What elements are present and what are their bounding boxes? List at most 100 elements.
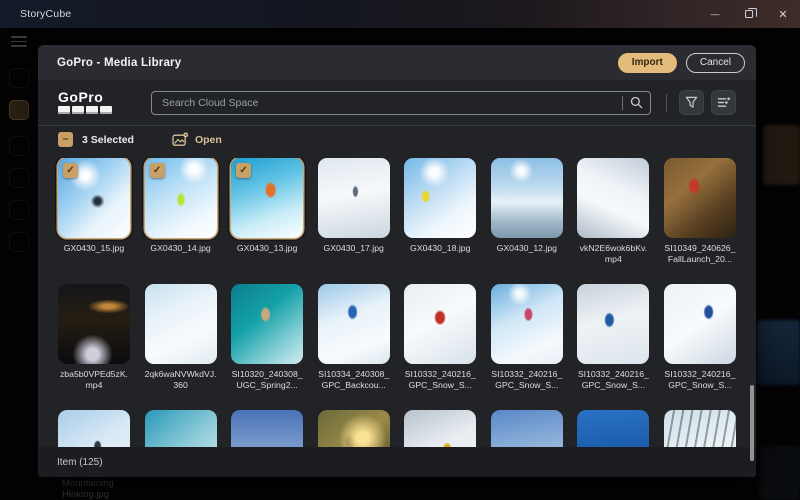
media-item[interactable] xyxy=(58,410,130,447)
media-grid: ✓ GX0430_15.jpg ✓ GX0430_14.jpg ✓ GX0430_13.j… xyxy=(38,158,756,447)
media-filename: zba5b0VPEd5zK.mp4 xyxy=(59,369,129,390)
media-thumbnail[interactable] xyxy=(317,410,390,447)
open-media-icon xyxy=(172,132,189,146)
media-item[interactable] xyxy=(663,410,736,447)
media-filename: GX0430_17.jpg xyxy=(323,243,384,253)
media-thumbnail[interactable] xyxy=(577,284,650,364)
media-thumbnail[interactable] xyxy=(490,284,563,364)
media-thumbnail[interactable] xyxy=(58,284,130,364)
window-controls: — ✕ xyxy=(698,0,800,28)
media-item[interactable] xyxy=(577,410,650,447)
media-item[interactable] xyxy=(317,410,390,447)
dialog-title: GoPro - Media Library xyxy=(57,56,182,69)
media-thumbnail[interactable] xyxy=(663,410,736,447)
app-sidebar xyxy=(0,28,38,500)
media-item[interactable]: GX0430_18.jpg xyxy=(404,158,477,264)
sidebar-icon[interactable] xyxy=(9,136,29,156)
media-thumbnail[interactable] xyxy=(144,410,217,447)
toolbar-right-group xyxy=(666,90,736,115)
minimize-button[interactable]: — xyxy=(698,0,732,28)
gopro-media-library-dialog: GoPro - Media Library Import Cancel GoPr… xyxy=(38,45,756,477)
selection-row: – 3 Selected Open xyxy=(38,126,756,153)
media-item[interactable]: SI10349_240626_FallLaunch_20... xyxy=(663,158,736,264)
dialog-footer: Item (125) xyxy=(38,447,756,477)
media-thumbnail[interactable] xyxy=(231,410,304,447)
media-item[interactable]: ✓ GX0430_15.jpg xyxy=(58,158,130,264)
media-item[interactable] xyxy=(231,410,304,447)
media-grid-viewport[interactable]: ✓ GX0430_15.jpg ✓ GX0430_14.jpg ✓ GX0430_13.j… xyxy=(38,158,756,447)
media-thumbnail[interactable] xyxy=(144,284,217,364)
media-filename: SI10334_240308_GPC_Backcou... xyxy=(318,369,390,390)
background-thumbnail xyxy=(763,125,800,185)
filter-funnel-icon xyxy=(685,96,698,108)
search-input[interactable] xyxy=(152,91,622,114)
background-file-caption: Mountaining Hinking.jpg xyxy=(62,478,114,500)
sidebar-icon[interactable] xyxy=(9,232,29,252)
filter-button[interactable] xyxy=(679,90,704,115)
media-thumbnail[interactable] xyxy=(577,410,650,447)
media-thumbnail[interactable]: ✓ xyxy=(231,158,304,238)
sort-options-button[interactable] xyxy=(711,90,736,115)
sidebar-icon-active[interactable] xyxy=(9,100,29,120)
media-thumbnail[interactable] xyxy=(663,158,736,238)
media-thumbnail[interactable]: ✓ xyxy=(144,158,217,238)
media-thumbnail[interactable] xyxy=(404,158,477,238)
search-button[interactable] xyxy=(623,92,650,114)
gopro-squares xyxy=(58,106,116,114)
checkbox-checked-icon[interactable]: ✓ xyxy=(236,163,252,178)
selected-count-label: 3 Selected xyxy=(82,133,134,146)
open-button[interactable]: Open xyxy=(172,132,222,147)
import-button[interactable]: Import xyxy=(617,52,677,73)
cancel-button[interactable]: Cancel xyxy=(685,52,745,73)
checkbox-checked-icon[interactable]: ✓ xyxy=(63,163,78,178)
media-thumbnail[interactable] xyxy=(317,284,390,364)
sidebar-icon[interactable] xyxy=(9,200,29,220)
media-item[interactable]: ✓ GX0430_13.jpg xyxy=(231,158,304,264)
open-button-label: Open xyxy=(194,133,222,146)
item-count-label: Item (125) xyxy=(57,456,103,468)
media-item[interactable]: GX0430_17.jpg xyxy=(317,158,390,264)
media-thumbnail[interactable] xyxy=(663,284,736,364)
vertical-scrollbar[interactable] xyxy=(750,385,754,461)
media-item[interactable] xyxy=(404,410,477,447)
media-item[interactable] xyxy=(490,410,563,447)
restore-button[interactable] xyxy=(732,0,766,28)
media-thumbnail[interactable] xyxy=(490,158,563,238)
media-thumbnail[interactable] xyxy=(577,158,650,238)
media-thumbnail[interactable] xyxy=(404,410,477,447)
media-thumbnail[interactable] xyxy=(404,284,477,364)
media-item[interactable]: SI10320_240308_UGC_Spring2... xyxy=(231,284,304,390)
media-filename: vkN2E6wok6bKv.mp4 xyxy=(579,243,648,264)
menu-icon[interactable] xyxy=(11,36,27,47)
media-item[interactable]: SI10332_240216_GPC_Snow_S... xyxy=(663,284,736,390)
media-thumbnail[interactable] xyxy=(317,158,390,238)
media-filename: SI10320_240308_UGC_Spring2... xyxy=(231,369,303,390)
close-button[interactable]: ✕ xyxy=(766,0,800,28)
sidebar-icon[interactable] xyxy=(9,168,29,188)
media-filename: GX0430_13.jpg xyxy=(236,243,298,253)
search-box xyxy=(151,90,651,115)
media-item[interactable]: vkN2E6wok6bKv.mp4 xyxy=(577,158,650,264)
media-thumbnail[interactable] xyxy=(58,410,130,447)
media-thumbnail[interactable] xyxy=(490,410,563,447)
select-all-checkbox[interactable]: – xyxy=(58,132,73,147)
media-item[interactable]: SI10332_240216_GPC_Snow_S... xyxy=(490,284,563,390)
media-filename: GX0430_12.jpg xyxy=(496,243,557,253)
media-item[interactable]: zba5b0VPEd5zK.mp4 xyxy=(58,284,130,390)
media-item[interactable]: SI10334_240308_GPC_Backcou... xyxy=(317,284,390,390)
sidebar-icon[interactable] xyxy=(9,68,29,88)
media-item[interactable]: 2qk6waNVWkdVJ.360 xyxy=(144,284,217,390)
media-item[interactable]: GX0430_12.jpg xyxy=(490,158,563,264)
media-thumbnail[interactable]: ✓ xyxy=(58,158,130,238)
checkbox-checked-icon[interactable]: ✓ xyxy=(149,163,165,178)
media-item[interactable]: ✓ GX0430_14.jpg xyxy=(144,158,217,264)
window-titlebar: StoryCube — ✕ xyxy=(0,0,800,28)
media-filename: SI10332_240216_GPC_Snow_S... xyxy=(664,369,736,390)
toolbar-divider xyxy=(666,93,667,112)
search-icon xyxy=(630,96,643,109)
media-item[interactable]: SI10332_240216_GPC_Snow_S... xyxy=(404,284,477,390)
media-thumbnail[interactable] xyxy=(231,284,304,364)
media-item[interactable]: SI10332_240216_GPC_Snow_S... xyxy=(577,284,650,390)
sort-sliders-icon xyxy=(717,97,730,107)
media-item[interactable] xyxy=(144,410,217,447)
